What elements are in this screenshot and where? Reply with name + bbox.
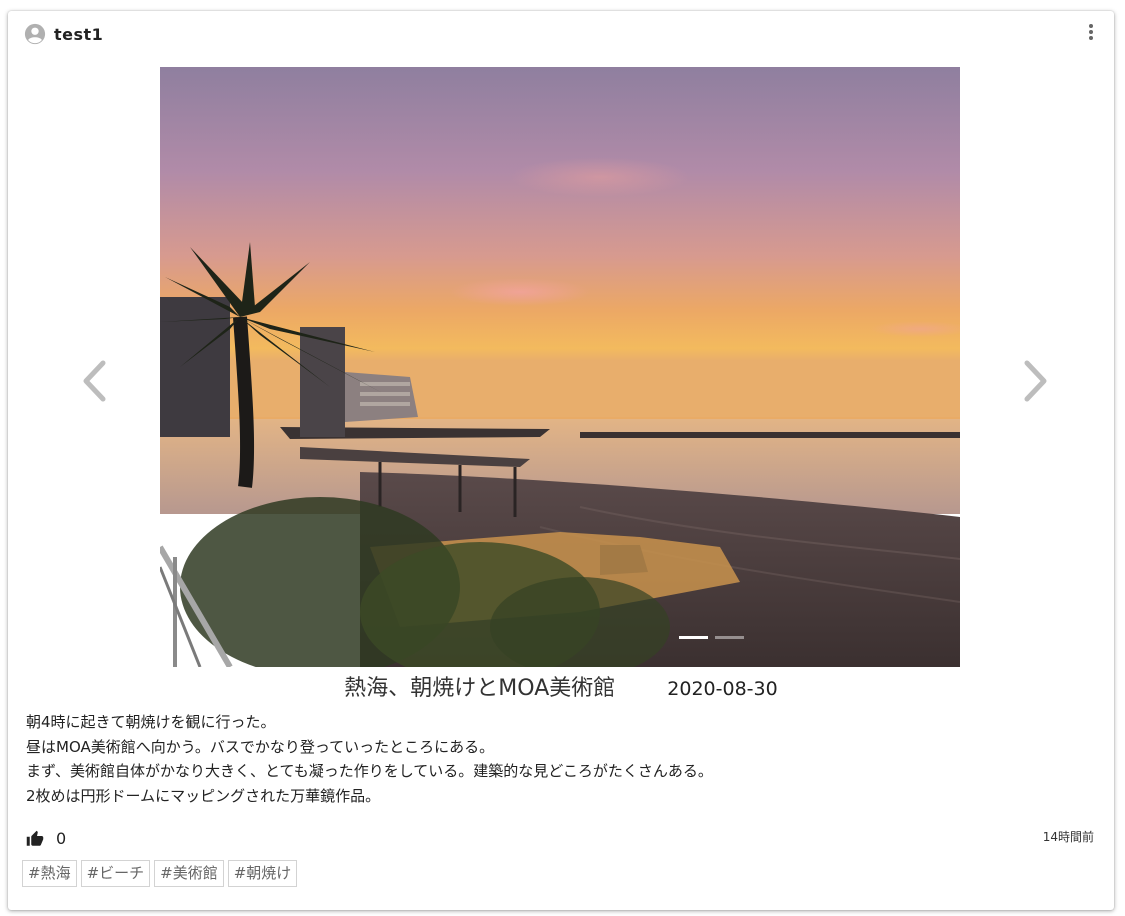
chevron-left-icon [83,360,106,402]
post-timestamp: 14時間前 [1042,830,1094,844]
post-body-line: 2枚めは円形ドームにマッピングされた万華鏡作品。 [26,786,381,805]
post-date: 2020-08-30 [667,678,778,700]
post-card: test1 熱海、朝焼けとMOA美術館 2020-08-30 朝4時に起きて朝焼… [8,11,1114,910]
carousel-slide-image [160,67,960,667]
carousel-indicator-1[interactable] [679,636,708,639]
post-body-line: 朝4時に起きて朝焼けを観に行った。 [26,713,276,731]
more-options-button[interactable] [1086,23,1096,41]
like-count: 0 [56,829,67,848]
tag-chip[interactable]: #熱海 [22,860,77,887]
chevron-right-icon [1024,360,1047,402]
post-body-line: 昼はMOA美術館へ向かう。バスでかなり登っていったところにある。 [26,737,495,756]
username[interactable]: test1 [54,25,103,44]
image-carousel [8,67,1114,667]
sunrise-beach-photo [160,67,960,667]
post-header: test1 [24,23,103,45]
more-vertical-icon [1089,24,1093,40]
post-title-row: 熱海、朝焼けとMOA美術館 2020-08-30 [8,670,1114,702]
tag-chip[interactable]: #朝焼け [227,860,298,887]
carousel-next-button[interactable] [1018,351,1054,411]
thumb-up-icon[interactable] [26,830,44,848]
tag-chip[interactable]: #美術館 [154,860,224,887]
carousel-prev-button[interactable] [76,351,112,411]
account-circle-icon [24,23,46,45]
post-title: 熱海、朝焼けとMOA美術館 [344,676,616,701]
like-row: 0 [26,829,66,848]
post-body: 朝4時に起きて朝焼けを観に行った。 昼はMOA美術館へ向かう。バスでかなり登って… [26,710,713,808]
tag-chip[interactable]: #ビーチ [80,860,151,887]
carousel-indicators [679,636,744,639]
tag-list: #熱海 #ビーチ #美術館 #朝焼け [22,860,298,887]
carousel-indicator-2[interactable] [715,636,744,639]
post-body-line: まず、美術館自体がかなり大きく、とても凝った作りをしている。建築的な見どころがた… [26,762,713,780]
